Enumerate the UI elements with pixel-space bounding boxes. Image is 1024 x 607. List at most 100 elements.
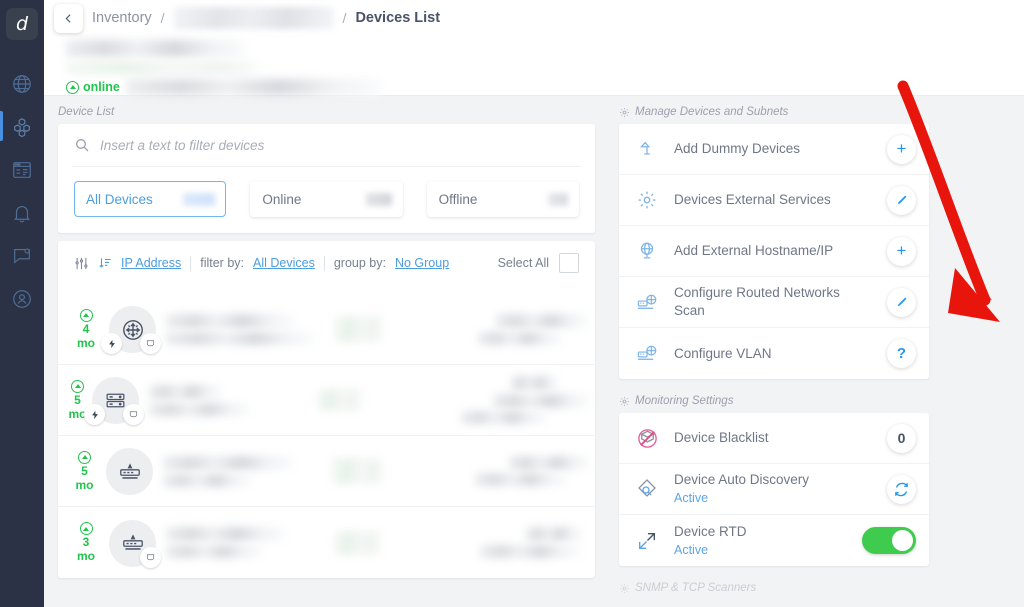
device-name-cell	[157, 456, 332, 487]
device-icon-group	[104, 515, 160, 571]
breadcrumb-item-blurred[interactable]	[174, 7, 334, 29]
tab-online[interactable]: Online	[250, 181, 402, 217]
group-by-link[interactable]: No Group	[395, 256, 449, 270]
uptime-badge: 4 mo	[68, 309, 104, 349]
blurred-device-sub	[166, 332, 314, 345]
network-scan-icon	[633, 342, 661, 365]
select-all-group: Select All	[498, 253, 579, 273]
up-arrow-icon	[80, 522, 93, 535]
tab-all-devices[interactable]: All Devices	[74, 181, 226, 217]
left-nav-rail: d	[0, 0, 44, 607]
row-label: Configure VLAN	[674, 345, 874, 363]
auto-discovery-icon	[633, 477, 661, 501]
blurred-meta-3	[461, 411, 547, 424]
row-add-dummy-devices[interactable]: Add Dummy Devices +	[619, 124, 929, 175]
device-filter-card: Insert a text to filter devices All Devi…	[58, 124, 595, 233]
row-subtitle: Active	[674, 543, 708, 557]
pencil-icon[interactable]	[887, 186, 916, 215]
tab-offline[interactable]: Offline	[427, 181, 579, 217]
toggle-knob	[892, 530, 913, 551]
breadcrumb-item-inventory[interactable]: Inventory	[92, 10, 152, 26]
breadcrumb: Inventory / / Devices List	[44, 0, 1024, 36]
plus-icon[interactable]: +	[887, 135, 916, 164]
blurred-status	[335, 531, 381, 555]
blurred-device-name	[166, 314, 294, 328]
blurred-status	[318, 389, 362, 411]
table-row[interactable]: 5 mo	[58, 365, 595, 436]
pencil-icon[interactable]	[887, 288, 916, 317]
uptime-value: 5	[74, 394, 81, 407]
sidebar-item-inventory[interactable]	[0, 105, 44, 148]
gear-icon	[619, 396, 630, 407]
row-title: Configure VLAN	[674, 346, 772, 361]
page-body: Device List Insert a text to filter devi…	[44, 96, 1024, 607]
table-row[interactable]: 3 mo	[58, 507, 595, 578]
table-row[interactable]: 4 mo	[58, 294, 595, 365]
toggle-switch[interactable]	[862, 527, 916, 554]
user-icon	[11, 288, 33, 310]
uptime-unit: mo	[77, 337, 95, 350]
sort-field-link[interactable]: IP Address	[121, 256, 181, 270]
row-label: Devices External Services	[674, 191, 874, 209]
search-input[interactable]: Insert a text to filter devices	[100, 138, 264, 153]
row-label: Device Blacklist	[674, 429, 874, 447]
device-icon-group	[87, 372, 143, 428]
select-all-checkbox[interactable]	[559, 253, 579, 273]
gear-icon	[633, 189, 661, 211]
breadcrumb-separator-2: /	[343, 10, 347, 26]
blurred-device-meta	[66, 61, 261, 74]
manage-devices-panel: Add Dummy Devices + Devices Externa	[619, 124, 929, 379]
filter-by-link[interactable]: All Devices	[253, 256, 315, 270]
settings-column: Manage Devices and Subnets Add Dummy Dev…	[607, 96, 939, 607]
chat-icon	[11, 245, 33, 267]
main-area: Inventory / / Devices List online	[44, 0, 1024, 607]
count-badge[interactable]: 0	[887, 424, 916, 453]
uptime-badge: 3 mo	[68, 522, 104, 562]
dashboard-icon	[11, 159, 33, 181]
tab-offline-label: Offline	[439, 192, 478, 207]
row-configure-vlan[interactable]: Configure VLAN ?	[619, 328, 929, 379]
sliders-icon[interactable]	[74, 256, 89, 271]
row-device-rtd[interactable]: Device RTD Active	[619, 515, 929, 566]
search-icon	[74, 137, 90, 153]
scanners-panel-caption: SNMP & TCP Scanners	[619, 582, 929, 594]
row-label: Device RTD Active	[674, 523, 849, 559]
blurred-device-name	[66, 40, 246, 57]
help-icon[interactable]: ?	[887, 339, 916, 368]
sidebar-item-messages[interactable]	[0, 234, 44, 277]
device-list-caption: Device List	[58, 106, 595, 118]
filter-divider-2	[324, 256, 325, 271]
blurred-meta-2	[475, 473, 567, 486]
row-label: Add External Hostname/IP	[674, 242, 874, 260]
blurred-status	[335, 316, 383, 342]
blurred-device-sub	[149, 403, 249, 416]
uptime-unit: mo	[76, 479, 94, 492]
sidebar-item-account[interactable]	[0, 277, 44, 320]
row-configure-routed-networks-scan[interactable]: Configure Routed Networks Scan	[619, 277, 929, 328]
row-label: Configure Routed Networks Scan	[674, 284, 874, 320]
filter-by-label: filter by:	[200, 256, 244, 270]
row-devices-external-services[interactable]: Devices External Services	[619, 175, 929, 226]
blurred-meta-2	[478, 332, 562, 345]
refresh-icon[interactable]	[887, 475, 916, 504]
blurred-status-detail	[126, 79, 381, 95]
sidebar-item-alerts[interactable]	[0, 191, 44, 234]
row-title: Add External Hostname/IP	[674, 243, 833, 258]
sidebar-item-network[interactable]	[0, 62, 44, 105]
uptime-value: 5	[81, 465, 88, 478]
app-logo[interactable]: d	[6, 8, 38, 40]
app-root: d	[0, 0, 1024, 607]
tab-all-devices-count	[183, 193, 215, 206]
network-scan-icon	[633, 291, 661, 314]
switch-icon	[106, 448, 153, 495]
uptime-value: 3	[83, 536, 90, 549]
row-device-blacklist[interactable]: Device Blacklist 0	[619, 413, 929, 464]
device-status-cell	[318, 389, 453, 411]
plus-icon[interactable]: +	[887, 237, 916, 266]
row-device-auto-discovery[interactable]: Device Auto Discovery Active	[619, 464, 929, 515]
back-button[interactable]	[54, 4, 83, 33]
table-row[interactable]: 5 mo	[58, 436, 595, 507]
sidebar-item-dashboard[interactable]	[0, 148, 44, 191]
row-add-external-hostname[interactable]: Add External Hostname/IP +	[619, 226, 929, 277]
sort-descending-icon[interactable]	[98, 256, 112, 270]
